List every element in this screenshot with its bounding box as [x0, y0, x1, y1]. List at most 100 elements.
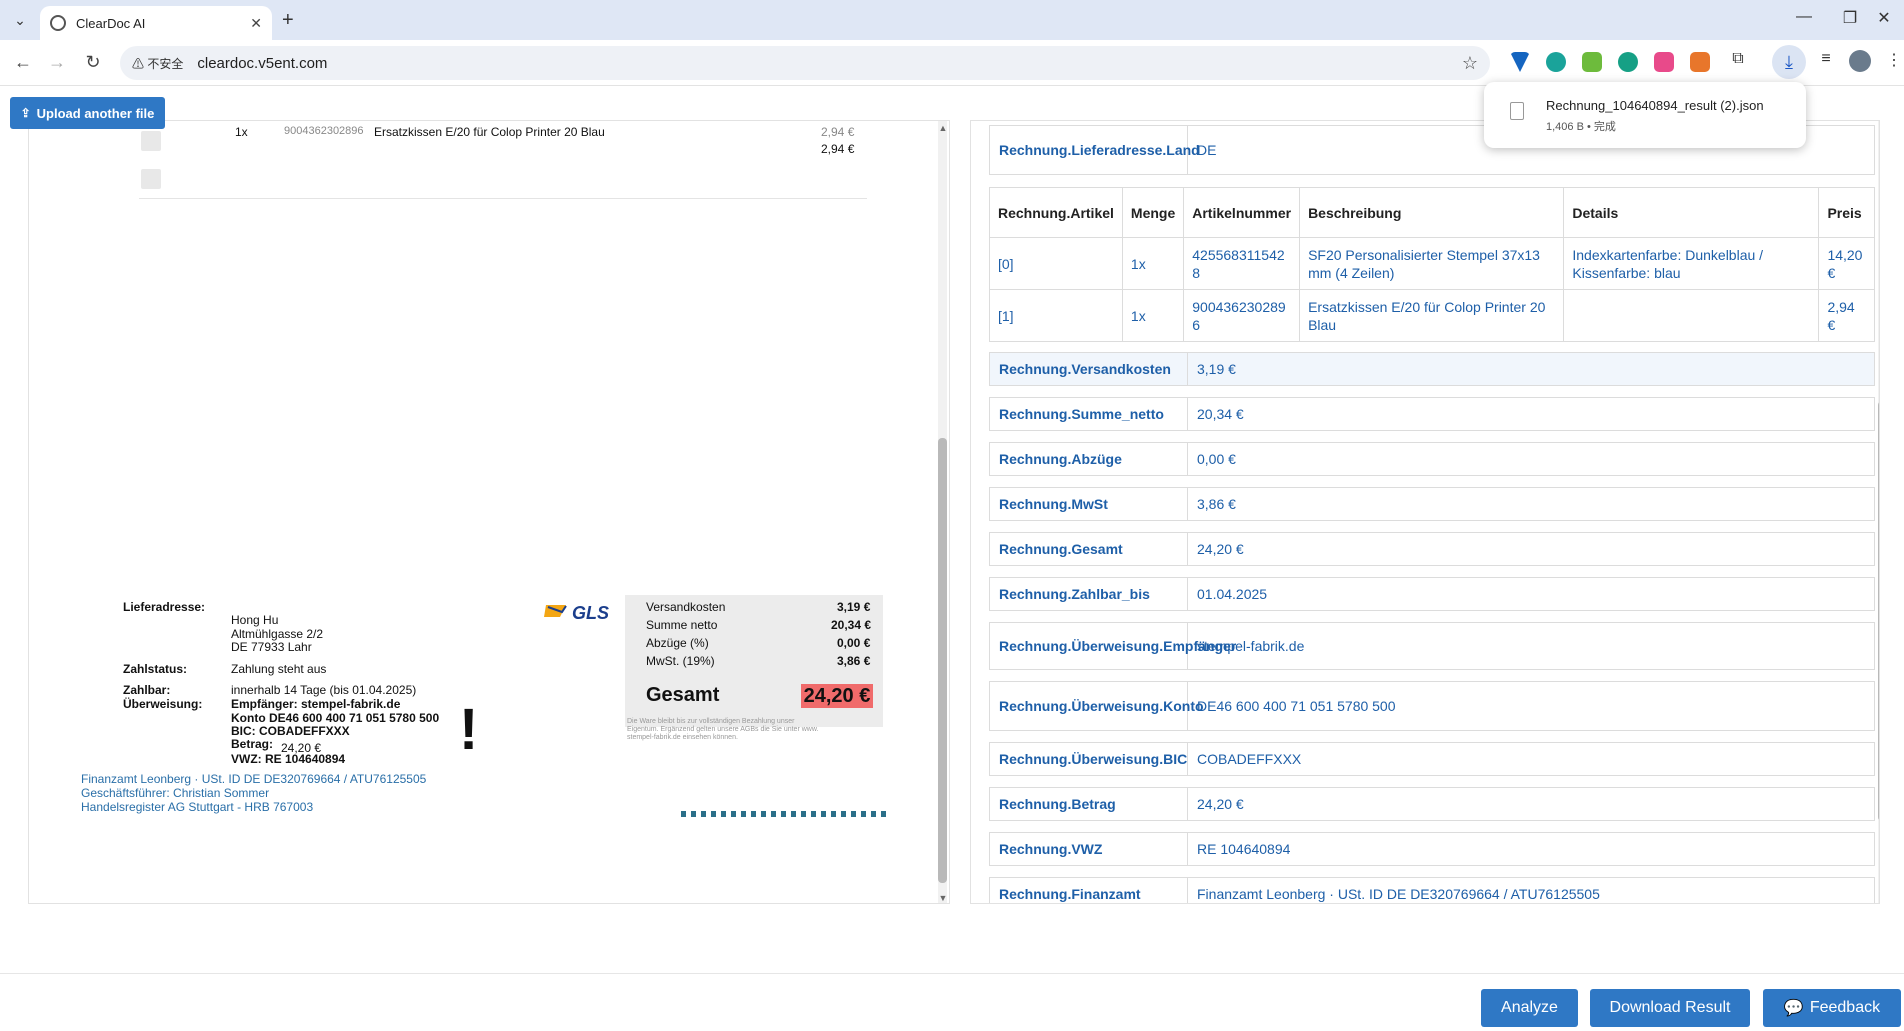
extension-image-icon[interactable]: [1654, 52, 1674, 72]
profile-avatar[interactable]: [1849, 50, 1871, 72]
doc-item-price-total: 2,94 €: [821, 142, 855, 156]
transfer-vwz: VWZ: RE 104640894: [231, 752, 346, 766]
browser-menu-icon[interactable]: ⋮: [1882, 50, 1904, 70]
browser-tab[interactable]: ClearDoc AI ✕: [40, 6, 272, 40]
result-key: Rechnung.Zahlbar_bis: [990, 578, 1188, 610]
analyze-button[interactable]: Analyze: [1481, 989, 1578, 1027]
reload-icon[interactable]: ↻: [82, 52, 104, 73]
cell-index: [1]: [989, 289, 1123, 342]
footer-line-2: Geschäftsführer: Christian Sommer: [81, 786, 270, 800]
result-key: Rechnung.MwSt: [990, 488, 1188, 520]
transfer-bic: BIC: COBADEFFXXX: [231, 724, 350, 738]
scroll-down-arrow-icon[interactable]: ▼: [1877, 893, 1880, 903]
extension-m-icon[interactable]: [1546, 52, 1566, 72]
cell-sku: 9004362302896: [1183, 289, 1301, 342]
bookmark-star-icon[interactable]: ☆: [1462, 53, 1478, 74]
fine-print-2: Eigentum. Ergänzend gelten unsere AGBs d…: [627, 726, 819, 733]
forward-icon[interactable]: →: [46, 52, 68, 73]
extension-v-icon[interactable]: [1510, 52, 1530, 72]
result-value: 0,00 €: [1197, 451, 1236, 467]
result-scroll-thumb[interactable]: [1878, 401, 1879, 821]
document-scrollbar[interactable]: [938, 121, 947, 903]
delivery-city: DE 77933 Lahr: [231, 640, 312, 654]
result-value: 3,86 €: [1197, 496, 1236, 512]
doc-item-sku: 9004362302896: [284, 125, 364, 137]
col-header: Menge: [1121, 187, 1185, 238]
download-result-button[interactable]: Download Result: [1590, 989, 1750, 1027]
barcode: [681, 811, 889, 817]
col-header: Beschreibung: [1299, 187, 1565, 238]
download-file-name[interactable]: Rechnung_104640894_result (2).json: [1546, 98, 1764, 113]
security-warning[interactable]: ⚠ 不安全: [132, 55, 183, 72]
url-text[interactable]: cleardoc.v5ent.com: [197, 55, 1462, 72]
browser-tab-strip: ⌄ ClearDoc AI ✕ + — ❐ ✕: [0, 0, 1904, 40]
delivery-street: Altmühlgasse 2/2: [231, 627, 324, 641]
result-row: Rechnung.Finanzamt Finanzamt Leonberg · …: [989, 877, 1875, 903]
cell-details: Indexkartenfarbe: Dunkelblau / Kissenfar…: [1563, 237, 1820, 290]
scroll-down-arrow-icon[interactable]: ▼: [937, 893, 949, 903]
result-value: RE 104640894: [1197, 841, 1291, 857]
back-icon[interactable]: ←: [12, 52, 34, 73]
reading-list-icon[interactable]: ≡: [1814, 50, 1838, 68]
document-scroll-thumb[interactable]: [938, 438, 947, 883]
result-value: 24,20 €: [1197, 541, 1244, 557]
items-table: Rechnung.Artikel Menge Artikelnummer Bes…: [989, 187, 1875, 342]
result-scrollbar[interactable]: [1878, 121, 1879, 903]
cell-price: 14,20 €: [1818, 237, 1875, 290]
gls-logo: GLS: [544, 603, 609, 623]
extension-fox-icon[interactable]: [1690, 52, 1710, 72]
cell-desc: Ersatzkissen E/20 für Colop Printer 20 B…: [1299, 289, 1565, 342]
result-value: Finanzamt Leonberg · USt. ID DE DE320769…: [1197, 886, 1600, 902]
scroll-up-arrow-icon[interactable]: ▲: [937, 123, 949, 133]
result-row: Rechnung.Überweisung.Konto DE46 600 400 …: [989, 681, 1875, 731]
extension-grid-icon[interactable]: [1582, 52, 1602, 72]
downloads-icon[interactable]: ⤓: [1772, 45, 1806, 79]
table-row: [1] 1x 9004362302896 Ersatzkissen E/20 f…: [989, 289, 1875, 342]
gesamt-label: Gesamt: [646, 684, 720, 706]
item-checkbox[interactable]: [141, 131, 161, 151]
result-key: Rechnung.Überweisung.Empfänger: [990, 623, 1236, 669]
transfer-account: Konto DE46 600 400 71 051 5780 500: [231, 711, 440, 725]
transfer-amount-label: Betrag:: [231, 737, 274, 751]
restore-icon[interactable]: ❐: [1838, 8, 1862, 28]
result-row: Rechnung.Versandkosten 3,19 €: [989, 352, 1875, 386]
chat-icon: 💬: [1783, 1000, 1804, 1017]
feedback-button[interactable]: 💬 Feedback: [1763, 989, 1901, 1027]
close-window-icon[interactable]: ✕: [1872, 8, 1896, 28]
footer-line-3: Handelsregister AG Stuttgart - HRB 76700…: [81, 800, 314, 814]
new-tab-icon[interactable]: +: [282, 9, 294, 32]
scroll-up-arrow-icon[interactable]: ▲: [1877, 123, 1880, 133]
upload-icon: ⇪: [20, 106, 31, 120]
totals-value: 20,34 €: [831, 618, 872, 632]
fine-print-1: Die Ware bleibt bis zur vollständigen Be…: [627, 718, 795, 725]
result-row: Rechnung.Summe_netto 20,34 €: [989, 397, 1875, 431]
extension-chat-icon[interactable]: [1618, 52, 1638, 72]
result-key: Rechnung.Gesamt: [990, 533, 1188, 565]
minimize-icon[interactable]: —: [1792, 8, 1816, 26]
payable-value: innerhalb 14 Tage (bis 01.04.2025): [231, 683, 417, 697]
upload-another-file-button[interactable]: ⇪ Upload another file: [10, 97, 165, 129]
extensions-puzzle-icon[interactable]: ⧉: [1726, 50, 1750, 68]
result-panel[interactable]: Rechnung.Lieferadresse.Land DE Rechnung.…: [970, 120, 1880, 904]
result-row: Rechnung.Gesamt 24,20 €: [989, 532, 1875, 566]
result-key: Rechnung.VWZ: [990, 833, 1188, 865]
download-bubble[interactable]: Rechnung_104640894_result (2).json 1,406…: [1484, 82, 1806, 148]
result-key: Rechnung.Abzüge: [990, 443, 1188, 475]
tab-search-chevron-icon[interactable]: ⌄: [8, 8, 32, 32]
result-value: 01.04.2025: [1197, 586, 1268, 602]
cell-qty: 1x: [1121, 289, 1185, 342]
result-key: Rechnung.Versandkosten: [990, 353, 1188, 385]
result-value: 20,34 €: [1197, 406, 1244, 422]
globe-icon: [50, 15, 66, 31]
document-preview-panel[interactable]: 1x 9004362302896 Ersatzkissen E/20 für C…: [28, 120, 950, 904]
result-row: Rechnung.MwSt 3,86 €: [989, 487, 1875, 521]
svg-text:GLS: GLS: [572, 603, 609, 623]
delivery-name: Hong Hu: [231, 613, 279, 627]
doc-item-price: 2,94 €: [821, 125, 855, 139]
address-bar[interactable]: ⚠ 不安全 cleardoc.v5ent.com ☆: [120, 46, 1490, 80]
item-checkbox[interactable]: [141, 169, 161, 189]
totals-label: Abzüge (%): [646, 636, 709, 650]
cell-index: [0]: [989, 237, 1123, 290]
tab-close-icon[interactable]: ✕: [250, 15, 262, 32]
download-meta: 1,406 B • 完成: [1546, 121, 1616, 133]
